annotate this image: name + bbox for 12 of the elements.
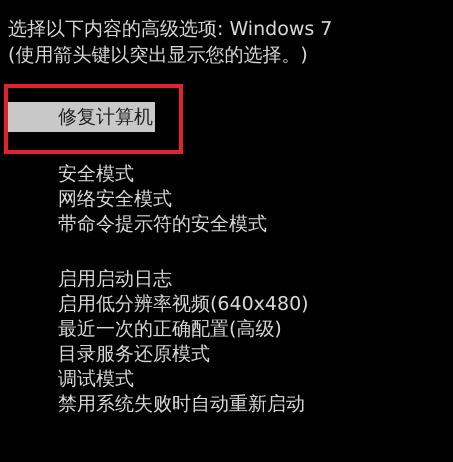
- boot-option[interactable]: 启用低分辨率视频(640x480): [8, 292, 311, 317]
- boot-option[interactable]: 修复计算机: [8, 102, 155, 132]
- boot-option[interactable]: 带命令提示符的安全模式: [8, 212, 269, 237]
- boot-option[interactable]: 禁用系统失败时自动重新启动: [8, 392, 307, 417]
- boot-option[interactable]: 安全模式: [8, 162, 136, 187]
- boot-option[interactable]: 网络安全模式: [8, 187, 174, 212]
- boot-option[interactable]: 最近一次的正确配置(高级): [8, 317, 284, 342]
- boot-option[interactable]: 调试模式: [8, 367, 136, 392]
- boot-option[interactable]: 目录服务还原模式: [8, 342, 212, 367]
- instruction-text: (使用箭头键以突出显示您的选择。): [8, 43, 309, 68]
- boot-option[interactable]: 启用启动日志: [8, 267, 174, 292]
- title-text: 选择以下内容的高级选项: Windows 7: [8, 17, 334, 42]
